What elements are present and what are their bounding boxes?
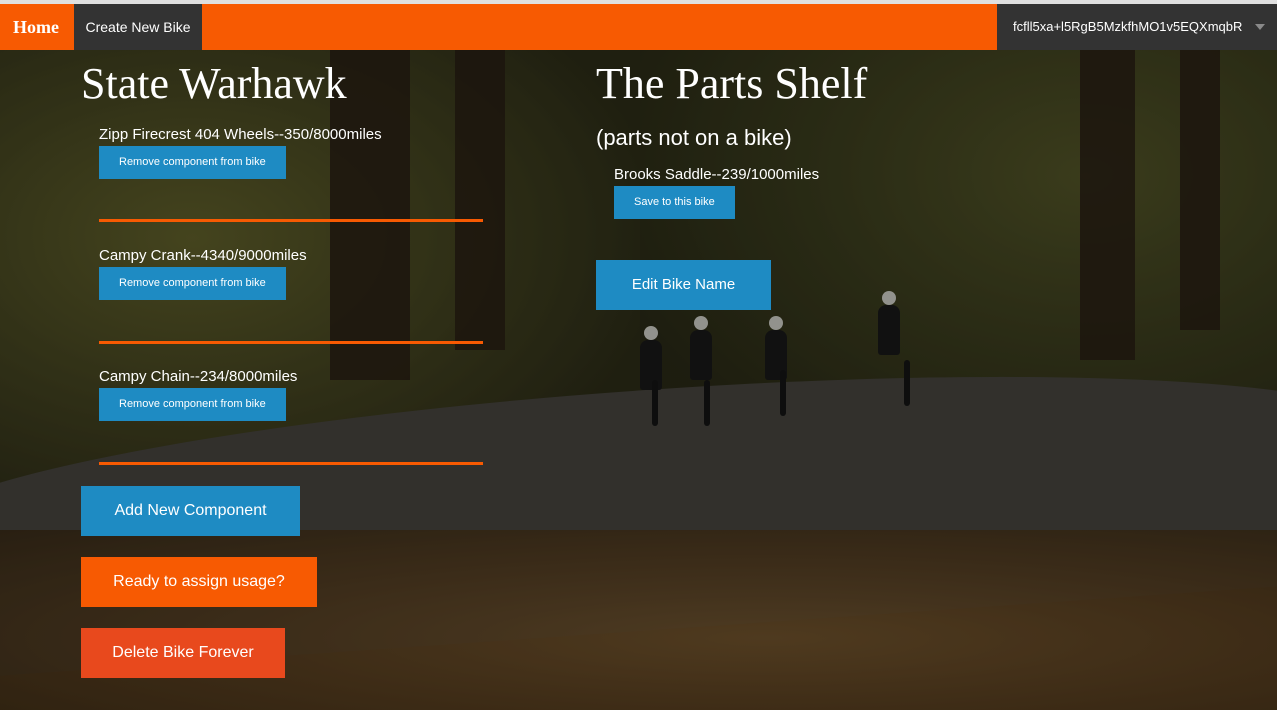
remove-component-button[interactable]: Remove component from bike — [99, 388, 286, 421]
part-label: Brooks Saddle--239/1000miles — [614, 166, 820, 183]
navbar: Home Create New Bike fcfll5xa+l5RgB5Mzkf… — [0, 4, 1277, 50]
parts-shelf-subtitle: (parts not on a bike) — [596, 125, 792, 150]
component-label: Campy Crank--4340/9000miles — [99, 247, 307, 264]
home-link[interactable]: Home — [0, 4, 72, 50]
add-new-component-button[interactable]: Add New Component — [81, 486, 300, 536]
create-new-bike-link[interactable]: Create New Bike — [74, 4, 202, 50]
main-content: State Warhawk Zipp Firecrest 404 Wheels-… — [0, 50, 1277, 710]
component-divider — [99, 219, 483, 222]
save-to-bike-button[interactable]: Save to this bike — [614, 186, 735, 219]
bike-name-title: State Warhawk — [81, 59, 347, 108]
component-label: Zipp Firecrest 404 Wheels--350/8000miles — [99, 126, 382, 143]
component-divider — [99, 462, 483, 465]
parts-shelf-title: The Parts Shelf — [596, 59, 868, 108]
component-item: Campy Chain--234/8000miles Remove compon… — [99, 368, 483, 421]
remove-component-button[interactable]: Remove component from bike — [99, 267, 286, 300]
assign-usage-button[interactable]: Ready to assign usage? — [81, 557, 317, 607]
caret-down-icon — [1255, 24, 1265, 30]
component-item: Zipp Firecrest 404 Wheels--350/8000miles… — [99, 126, 483, 179]
remove-component-button[interactable]: Remove component from bike — [99, 146, 286, 179]
component-label: Campy Chain--234/8000miles — [99, 368, 298, 385]
user-id-label: fcfll5xa+l5RgB5MzkfhMO1v5EQXmqbR — [1013, 19, 1243, 34]
component-divider — [99, 341, 483, 344]
component-item: Campy Crank--4340/9000miles Remove compo… — [99, 247, 483, 300]
delete-bike-button[interactable]: Delete Bike Forever — [81, 628, 285, 678]
shelf-part-item: Brooks Saddle--239/1000miles Save to thi… — [614, 166, 819, 219]
user-menu[interactable]: fcfll5xa+l5RgB5MzkfhMO1v5EQXmqbR — [997, 4, 1277, 50]
edit-bike-name-button[interactable]: Edit Bike Name — [596, 260, 771, 310]
